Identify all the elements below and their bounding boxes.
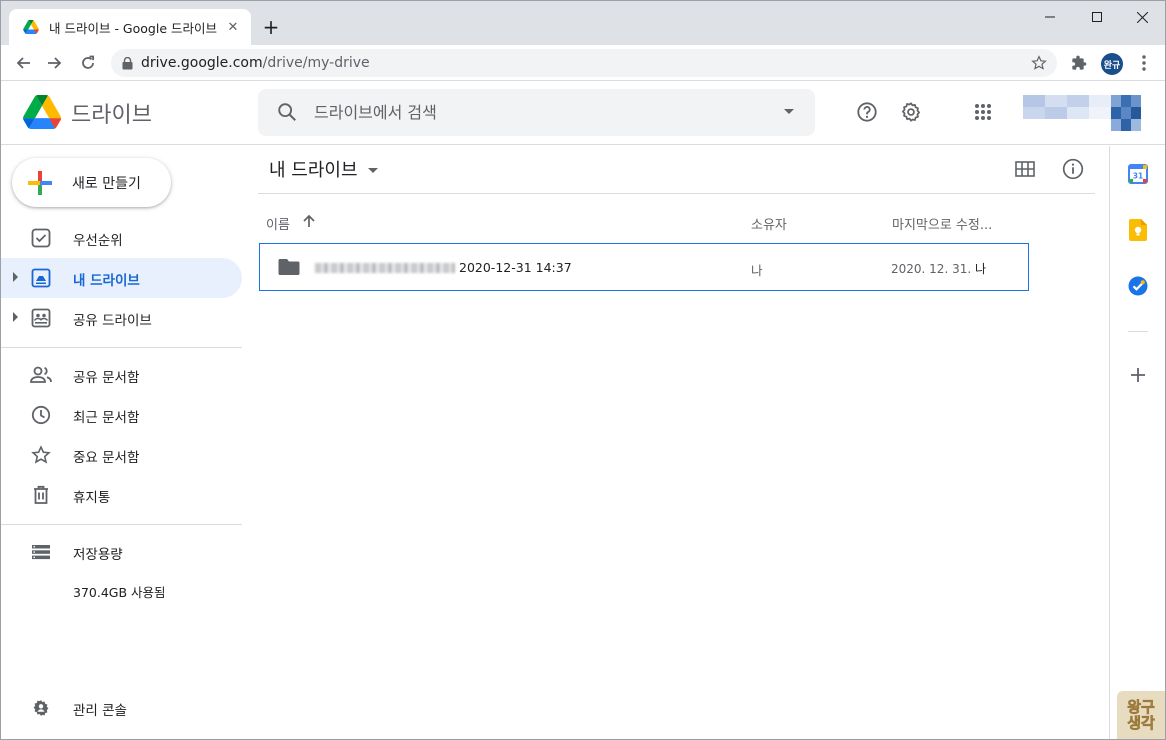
new-tab-icon[interactable]: + [259, 15, 283, 39]
column-header-name[interactable]: 이름 [266, 214, 290, 233]
drive-favicon-icon [23, 20, 39, 34]
folder-icon [278, 259, 300, 275]
keep-icon[interactable] [1127, 219, 1149, 241]
shared-drives-icon [29, 306, 53, 330]
file-modified: 2020. 12. 31. 나 [891, 262, 987, 276]
account-avatar-pixelated[interactable] [1013, 81, 1153, 143]
file-owner: 나 [751, 263, 763, 278]
tasks-icon[interactable] [1127, 275, 1149, 297]
product-name: 드라이브 [71, 103, 152, 128]
minimize-icon[interactable] [1027, 1, 1073, 33]
calendar-icon[interactable]: 31 [1127, 163, 1149, 185]
extensions-puzzle-icon[interactable] [1065, 49, 1093, 77]
nav-item-label: 중요 문서함 [73, 450, 140, 466]
help-icon[interactable] [854, 99, 880, 125]
search-bar [258, 89, 815, 136]
clock-icon [29, 403, 53, 427]
storage-used-text: 370.4GB 사용됨 [73, 585, 166, 600]
nav-item-label: 휴지통 [73, 490, 111, 506]
info-icon[interactable] [1060, 156, 1086, 182]
browser-toolbar: drive.google.com/drive/my-drive 완규 [1, 45, 1165, 81]
nav-item-admin-console[interactable]: 관리 콘솔 [1, 688, 242, 728]
redacted-email [315, 262, 455, 273]
file-name-date: 2020-12-31 14:37 [459, 260, 572, 275]
breadcrumb-caret-icon[interactable] [367, 168, 378, 173]
expand-caret-icon[interactable] [13, 312, 18, 322]
admin-gear-icon [29, 696, 53, 720]
nav-item-my-drive[interactable]: 내 드라이브 [1, 258, 242, 298]
main-divider [258, 193, 1095, 194]
file-row[interactable]: 2020-12-31 14:37 나 2020. 12. 31. 나 [259, 243, 1029, 291]
side-panel: 31 [1109, 146, 1165, 739]
watermark-logo: 왕구 생각 [1117, 691, 1165, 739]
bookmark-star-icon[interactable] [1031, 55, 1047, 71]
nav-item-label: 관리 콘솔 [73, 703, 127, 719]
nav-item-storage[interactable]: 저장용량 [1, 532, 242, 572]
left-navigation: 새로 만들기 우선순위 내 드라이브 공유 드라이브 공유 문서함 최근 문서함… [1, 146, 258, 739]
forward-arrow-icon[interactable] [41, 49, 69, 77]
nav-item-shared-drives[interactable]: 공유 드라이브 [1, 298, 242, 338]
profile-avatar[interactable]: 완규 [1101, 53, 1123, 75]
back-arrow-icon[interactable] [9, 49, 37, 77]
breadcrumb-title: 내 드라이브 [269, 160, 358, 181]
browser-tab[interactable]: 내 드라이브 - Google 드라이브 ✕ [9, 9, 251, 45]
main-content: 내 드라이브 이름 소유자 마지막으로 수정... 2020-12-31 14:… [258, 146, 1109, 739]
search-input[interactable] [314, 101, 754, 123]
star-icon [29, 443, 53, 467]
close-tab-icon[interactable]: ✕ [223, 17, 243, 37]
nav-item-trash[interactable]: 휴지통 [1, 475, 242, 515]
tab-title: 내 드라이브 - Google 드라이브 [49, 20, 217, 36]
nav-divider [1, 347, 242, 348]
storage-icon [29, 540, 53, 564]
sort-ascending-arrow-icon[interactable] [302, 214, 316, 228]
nav-item-recent[interactable]: 최근 문서함 [1, 395, 242, 435]
maximize-icon[interactable] [1074, 1, 1120, 33]
drive-header: 드라이브 [1, 81, 1165, 145]
add-addon-plus-icon[interactable] [1127, 364, 1149, 386]
nav-item-label: 공유 문서함 [73, 370, 140, 386]
tab-strip: 내 드라이브 - Google 드라이브 ✕ + [1, 1, 1165, 45]
close-window-icon[interactable] [1119, 1, 1165, 33]
search-icon[interactable] [276, 101, 298, 123]
reload-icon[interactable] [74, 49, 102, 77]
nav-item-label: 최근 문서함 [73, 410, 140, 426]
nav-item-label: 우선순위 [73, 233, 123, 249]
lock-icon [122, 56, 133, 69]
nav-item-label: 저장용량 [73, 547, 123, 563]
browser-menu-icon[interactable] [1130, 49, 1158, 77]
column-header-modified[interactable]: 마지막으로 수정... [892, 214, 992, 233]
nav-divider [1, 524, 242, 525]
browser-window: 내 드라이브 - Google 드라이브 ✕ + drive.google.co… [0, 0, 1166, 740]
people-icon [29, 363, 53, 387]
expand-caret-icon[interactable] [13, 272, 18, 282]
nav-item-label: 내 드라이브 [73, 273, 140, 289]
settings-gear-icon[interactable] [898, 99, 924, 125]
column-header-owner[interactable]: 소유자 [751, 214, 787, 233]
address-bar[interactable]: drive.google.com/drive/my-drive [111, 49, 1057, 77]
nav-item-starred[interactable]: 중요 문서함 [1, 435, 242, 475]
colored-plus-icon [28, 170, 52, 195]
new-button-label: 새로 만들기 [72, 175, 141, 192]
side-panel-divider [1128, 331, 1148, 332]
nav-item-shared-with-me[interactable]: 공유 문서함 [1, 355, 242, 395]
drive-logo-icon[interactable] [23, 95, 61, 129]
new-button[interactable]: 새로 만들기 [12, 158, 171, 207]
priority-check-icon [29, 226, 53, 250]
nav-item-priority[interactable]: 우선순위 [1, 218, 242, 258]
apps-grid-icon[interactable] [970, 99, 996, 125]
file-name: 2020-12-31 14:37 [315, 260, 572, 275]
url-text: drive.google.com/drive/my-drive [141, 55, 370, 71]
breadcrumb[interactable]: 내 드라이브 [269, 156, 378, 182]
svg-text:31: 31 [1133, 172, 1143, 181]
trash-icon [29, 483, 53, 507]
my-drive-icon [29, 266, 53, 290]
nav-item-label: 공유 드라이브 [73, 313, 152, 329]
search-options-caret-icon[interactable] [783, 105, 795, 117]
grid-view-icon[interactable] [1012, 156, 1038, 182]
